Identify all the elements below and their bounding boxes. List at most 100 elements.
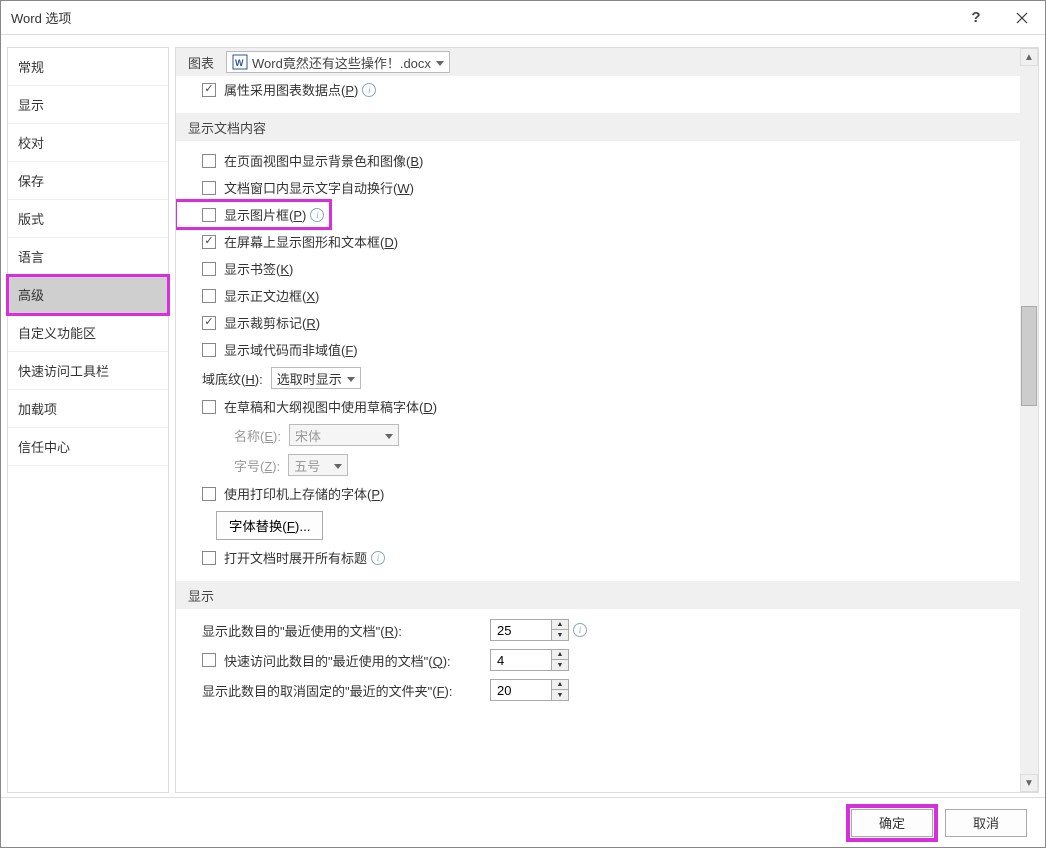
sidebar-item-display[interactable]: 显示 — [8, 86, 168, 124]
scroll-up-icon[interactable]: ▲ — [1020, 48, 1038, 66]
recent-folders-label: 显示此数目的取消固定的"最近的文件夹"(F): — [202, 681, 482, 700]
titlebar: Word 选项 ? — [1, 1, 1045, 35]
info-icon[interactable]: i — [362, 83, 376, 97]
opt-printerfonts-checkbox[interactable] — [202, 487, 216, 501]
opt-bg-checkbox[interactable] — [202, 154, 216, 168]
opt-cropmarks-row: 显示裁剪标记(R) — [176, 309, 1020, 336]
word-options-dialog: Word 选项 ? 常规 显示 校对 保存 版式 语言 高级 自定义功能区 快速… — [0, 0, 1046, 848]
field-shading-label: 域底纹(H): — [202, 369, 263, 388]
sidebar-item-advanced[interactable]: 高级 — [8, 276, 168, 314]
svg-text:W: W — [235, 58, 244, 68]
opt-expandall-checkbox[interactable] — [202, 551, 216, 565]
opt-expandall-row: 打开文档时展开所有标题 i — [176, 544, 1020, 571]
font-size-dropdown: 五号 — [288, 454, 348, 476]
opt-drawings-row: 在屏幕上显示图形和文本框(D) — [176, 228, 1020, 255]
opt-chart-datapoints-row: 属性采用图表数据点(P) i — [176, 76, 1020, 103]
section-chart-label: 图表 — [188, 53, 214, 72]
sidebar-item-save[interactable]: 保存 — [8, 162, 168, 200]
opt-picture-frame-checkbox[interactable] — [202, 208, 216, 222]
opt-textbound-label: 显示正文边框(X) — [224, 286, 319, 305]
quick-access-checkbox[interactable] — [202, 653, 216, 667]
opt-draftfont-label: 在草稿和大纲视图中使用草稿字体(D) — [224, 397, 437, 416]
info-icon[interactable]: i — [371, 551, 385, 565]
dialog-footer: 确定 取消 — [1, 797, 1045, 847]
opt-cropmarks-checkbox[interactable] — [202, 316, 216, 330]
scroll-thumb[interactable] — [1021, 306, 1037, 406]
opt-bg-label: 在页面视图中显示背景色和图像(B) — [224, 151, 423, 170]
font-size-row: 字号(Z): 五号 — [176, 450, 1020, 480]
ok-button[interactable]: 确定 — [851, 809, 933, 837]
opt-chart-datapoints-checkbox[interactable] — [202, 83, 216, 97]
section-chart: 图表 W Word竟然还有这些操作！.docx — [176, 48, 1020, 76]
opt-picture-frame-label: 显示图片框(P) — [224, 205, 306, 224]
opt-textbound-checkbox[interactable] — [202, 289, 216, 303]
opt-draftfont-checkbox[interactable] — [202, 400, 216, 414]
sidebar-item-customize-ribbon[interactable]: 自定义功能区 — [8, 314, 168, 352]
spinner-down-icon[interactable]: ▼ — [552, 690, 568, 700]
opt-drawings-label: 在屏幕上显示图形和文本框(D) — [224, 232, 398, 251]
sidebar-item-addins[interactable]: 加载项 — [8, 390, 168, 428]
font-name-row: 名称(E): 宋体 — [176, 420, 1020, 450]
spinner-up-icon[interactable]: ▲ — [552, 680, 568, 690]
opt-wrap-row: 文档窗口内显示文字自动换行(W) — [176, 174, 1020, 201]
field-shading-dropdown[interactable]: 选取时显示 — [271, 367, 361, 389]
recent-folders-input[interactable] — [491, 680, 551, 700]
quick-access-spinner[interactable]: ▲▼ — [490, 649, 569, 671]
sidebar: 常规 显示 校对 保存 版式 语言 高级 自定义功能区 快速访问工具栏 加载项 … — [7, 47, 169, 793]
opt-chart-datapoints-label: 属性采用图表数据点(P) — [224, 80, 358, 99]
opt-fieldcodes-label: 显示域代码而非域值(F) — [224, 340, 358, 359]
info-icon[interactable]: i — [310, 208, 324, 222]
opt-wrap-checkbox[interactable] — [202, 181, 216, 195]
font-subst-row: 字体替换(F)... — [176, 507, 1020, 544]
sidebar-item-trust-center[interactable]: 信任中心 — [8, 428, 168, 466]
opt-wrap-label: 文档窗口内显示文字自动换行(W) — [224, 178, 414, 197]
spinner-down-icon[interactable]: ▼ — [552, 660, 568, 670]
recent-docs-row: 显示此数目的"最近使用的文档"(R): ▲▼ i — [176, 615, 1020, 645]
help-button[interactable]: ? — [953, 1, 999, 35]
spinner-up-icon[interactable]: ▲ — [552, 650, 568, 660]
opt-printerfonts-label: 使用打印机上存储的字体(P) — [224, 484, 384, 503]
spinner-up-icon[interactable]: ▲ — [552, 620, 568, 630]
close-icon — [1016, 12, 1028, 24]
opt-bookmarks-label: 显示书签(K) — [224, 259, 293, 278]
opt-bookmarks-checkbox[interactable] — [202, 262, 216, 276]
sidebar-item-proofing[interactable]: 校对 — [8, 124, 168, 162]
opt-bg-row: 在页面视图中显示背景色和图像(B) — [176, 147, 1020, 174]
recent-folders-row: 显示此数目的取消固定的"最近的文件夹"(F): ▲▼ — [176, 675, 1020, 705]
info-icon[interactable]: i — [573, 623, 587, 637]
chart-document-name: Word竟然还有这些操作！.docx — [252, 53, 431, 72]
opt-drawings-checkbox[interactable] — [202, 235, 216, 249]
quick-access-input[interactable] — [491, 650, 551, 670]
opt-draftfont-row: 在草稿和大纲视图中使用草稿字体(D) — [176, 393, 1020, 420]
opt-fieldcodes-row: 显示域代码而非域值(F) — [176, 336, 1020, 363]
sidebar-item-language[interactable]: 语言 — [8, 238, 168, 276]
font-substitution-button[interactable]: 字体替换(F)... — [216, 511, 323, 540]
scroll-down-icon[interactable]: ▼ — [1020, 774, 1038, 792]
sidebar-item-quick-access[interactable]: 快速访问工具栏 — [8, 352, 168, 390]
recent-docs-label: 显示此数目的"最近使用的文档"(R): — [202, 621, 482, 640]
font-name-label: 名称(E): — [234, 426, 281, 445]
vertical-scrollbar[interactable]: ▲ ▼ — [1020, 48, 1038, 792]
quick-access-row: 快速访问此数目的"最近使用的文档"(Q): ▲▼ — [176, 645, 1020, 675]
opt-cropmarks-label: 显示裁剪标记(R) — [224, 313, 320, 332]
sidebar-item-general[interactable]: 常规 — [8, 48, 168, 86]
opt-fieldcodes-checkbox[interactable] — [202, 343, 216, 357]
recent-folders-spinner[interactable]: ▲▼ — [490, 679, 569, 701]
recent-docs-input[interactable] — [491, 620, 551, 640]
opt-picture-frame-row: 显示图片框(P) i — [176, 201, 330, 228]
window-title: Word 选项 — [11, 8, 953, 27]
sidebar-item-layout[interactable]: 版式 — [8, 200, 168, 238]
section-display: 显示 — [176, 581, 1020, 609]
close-button[interactable] — [999, 1, 1045, 35]
dialog-body: 常规 显示 校对 保存 版式 语言 高级 自定义功能区 快速访问工具栏 加载项 … — [1, 35, 1045, 797]
spinner-down-icon[interactable]: ▼ — [552, 630, 568, 640]
word-doc-icon: W — [232, 54, 248, 70]
content-panel: 图表 W Word竟然还有这些操作！.docx 属性采用图表数据点(P) i 显… — [175, 47, 1039, 793]
opt-expandall-label: 打开文档时展开所有标题 — [224, 548, 367, 567]
cancel-button[interactable]: 取消 — [945, 809, 1027, 837]
recent-docs-spinner[interactable]: ▲▼ — [490, 619, 569, 641]
section-doc-content: 显示文档内容 — [176, 113, 1020, 141]
scroll-track[interactable] — [1020, 66, 1038, 774]
chart-document-dropdown[interactable]: W Word竟然还有这些操作！.docx — [226, 51, 450, 73]
font-size-label: 字号(Z): — [234, 456, 280, 475]
